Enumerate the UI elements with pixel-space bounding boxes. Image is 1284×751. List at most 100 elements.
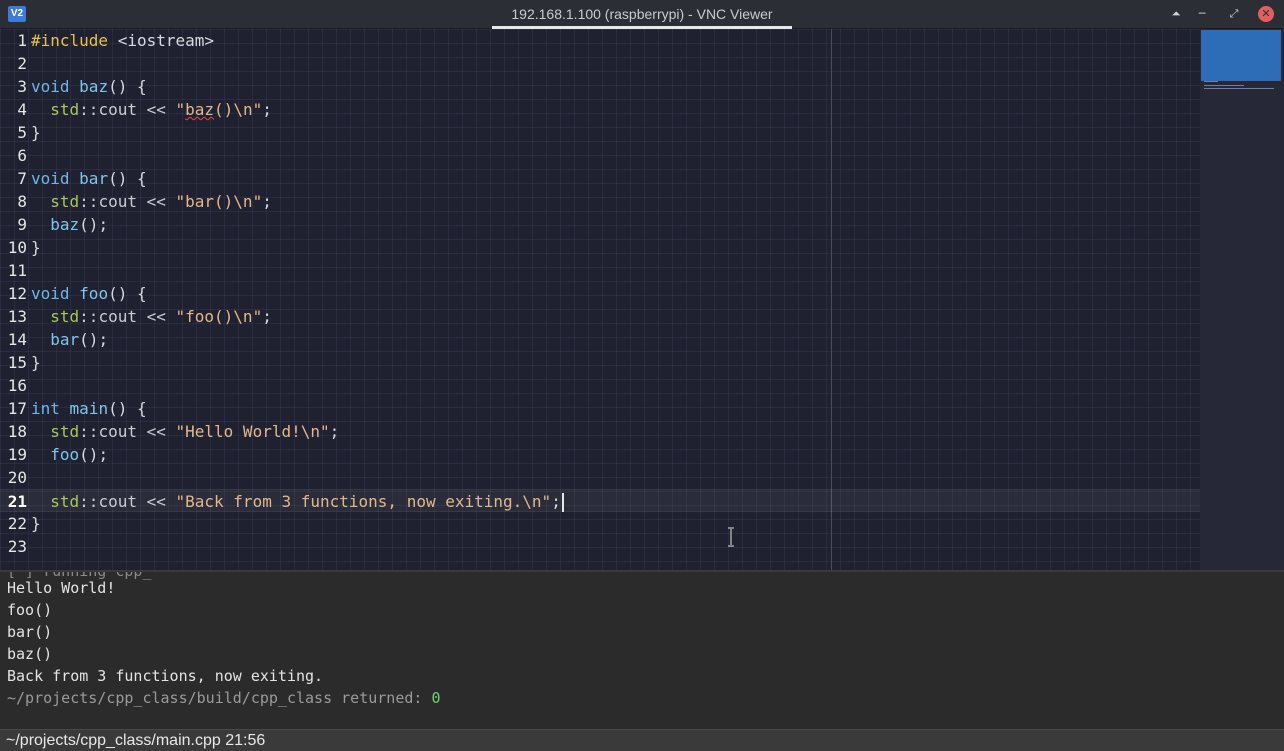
code-line[interactable]: 18 std::cout << "Hello World!\n";	[0, 420, 1200, 443]
line-number: 5	[17, 123, 27, 142]
minimap-viewport[interactable]	[1201, 30, 1281, 81]
code-token: "foo()\n"	[175, 307, 263, 326]
code-line[interactable]: 23	[0, 535, 1200, 558]
line-number: 12	[7, 284, 27, 303]
line-number: 8	[17, 192, 27, 211]
code-token: "bar()\n"	[175, 192, 263, 211]
spellcheck-squiggle: baz	[185, 100, 215, 119]
code-token: #include	[31, 31, 109, 50]
minimap[interactable]	[1200, 29, 1284, 570]
code-line[interactable]: 9 baz();	[0, 213, 1200, 236]
code-token: }	[31, 238, 41, 257]
code-line[interactable]: 8 std::cout << "bar()\n";	[0, 190, 1200, 213]
code-token: void	[31, 77, 70, 96]
code-token: baz	[79, 77, 109, 96]
code-token: ::cout <<	[79, 307, 176, 326]
code-token: () {	[108, 399, 147, 418]
code-token: ();	[79, 330, 109, 349]
window-title: 192.168.1.100 (raspberrypi) - VNC Viewer	[511, 6, 773, 22]
code-editor[interactable]: 1 #include <iostream> 2 3 void baz() { 4…	[0, 29, 1200, 570]
line-number: 2	[17, 54, 27, 73]
line-number: 22	[7, 514, 27, 533]
code-line[interactable]: 14 bar();	[0, 328, 1200, 351]
code-token: ;	[329, 422, 340, 441]
output-line: baz()	[7, 645, 53, 663]
minimap-line	[1204, 88, 1274, 89]
code-token: std	[50, 100, 80, 119]
code-line[interactable]: 17 int main() {	[0, 397, 1200, 420]
line-number: 3	[17, 77, 27, 96]
code-token: int	[31, 399, 60, 418]
code-token: () {	[108, 77, 147, 96]
line-number: 14	[7, 330, 27, 349]
line-number: 21	[7, 492, 27, 511]
line-number: 1	[17, 31, 27, 50]
code-token: ::cout <<	[79, 100, 176, 119]
code-line[interactable]: 11	[0, 259, 1200, 282]
build-output-panel[interactable]: [ ] running cpp_ Hello World! foo() bar(…	[0, 570, 1284, 731]
code-line[interactable]: 12 void foo() {	[0, 282, 1200, 305]
return-code: 0	[431, 689, 441, 707]
line-number: 15	[7, 353, 27, 372]
code-token: ();	[79, 445, 109, 464]
code-token: "	[175, 100, 186, 119]
code-line[interactable]: 15 }	[0, 351, 1200, 374]
code-line[interactable]: 19 foo();	[0, 443, 1200, 466]
code-line[interactable]: 5 }	[0, 121, 1200, 144]
code-token: }	[31, 123, 41, 142]
code-line[interactable]: 6	[0, 144, 1200, 167]
code-token: void	[31, 169, 70, 188]
code-token: ::cout <<	[79, 192, 176, 211]
code-line[interactable]: 3 void baz() {	[0, 75, 1200, 98]
line-number: 18	[7, 422, 27, 441]
close-icon[interactable]: ✕	[1258, 6, 1274, 22]
code-token: main	[69, 399, 109, 418]
code-line[interactable]: 16	[0, 374, 1200, 397]
current-line-highlight[interactable]: 21 std::cout << "Back from 3 functions, …	[0, 489, 1200, 512]
line-number: 16	[7, 376, 27, 395]
output-line: foo()	[7, 601, 53, 619]
code-token: }	[31, 353, 41, 372]
code-token: "Back from 3 functions, now exiting.\n"	[175, 492, 552, 511]
code-token: ::cout <<	[79, 422, 176, 441]
code-line[interactable]: 2	[0, 52, 1200, 75]
code-line[interactable]: 7 void bar() {	[0, 167, 1200, 190]
code-line[interactable]: 4 std::cout << "baz()\n";	[0, 98, 1200, 121]
code-token: void	[31, 284, 70, 303]
code-line[interactable]: 13 std::cout << "foo()\n";	[0, 305, 1200, 328]
code-token: ();	[79, 215, 109, 234]
code-token: ;	[262, 192, 272, 211]
minimap-line	[1204, 85, 1244, 86]
ibeam-cursor-icon	[728, 527, 734, 547]
code-token: ;	[551, 492, 561, 511]
keep-above-icon[interactable]: ⏶	[1168, 6, 1184, 22]
line-number: 4	[17, 100, 27, 119]
code-token: () {	[108, 284, 147, 303]
line-number: 11	[7, 261, 27, 280]
output-return-line: ~/projects/cpp_class/build/cpp_class ret…	[7, 687, 440, 709]
window-title-bar[interactable]: V2 192.168.1.100 (raspberrypi) - VNC Vie…	[0, 0, 1284, 29]
restore-icon[interactable]: ⤢	[1226, 6, 1242, 22]
code-token: bar	[79, 169, 109, 188]
minimize-icon[interactable]: ─	[1194, 6, 1210, 22]
code-token: <iostream>	[108, 31, 215, 50]
code-token: ;	[262, 100, 272, 119]
minimap-line	[1204, 81, 1218, 82]
code-line[interactable]: 10 }	[0, 236, 1200, 259]
code-token: ()\n"	[214, 100, 263, 119]
code-token: bar	[50, 330, 80, 349]
code-line[interactable]: 1 #include <iostream>	[0, 29, 1200, 52]
output-line: bar()	[7, 623, 53, 641]
status-bar: ~/projects/cpp_class/main.cpp 21:56	[0, 729, 1284, 751]
code-token: std	[50, 422, 80, 441]
line-number: 6	[17, 146, 27, 165]
line-number: 17	[7, 399, 27, 418]
code-token: }	[31, 514, 41, 533]
code-token: () {	[108, 169, 147, 188]
line-number: 19	[7, 445, 27, 464]
code-line[interactable]: 20	[0, 466, 1200, 489]
line-number: 10	[7, 238, 27, 257]
line-number: 20	[7, 468, 27, 487]
code-token: ;	[262, 307, 272, 326]
code-line[interactable]: 22 }	[0, 512, 1200, 535]
